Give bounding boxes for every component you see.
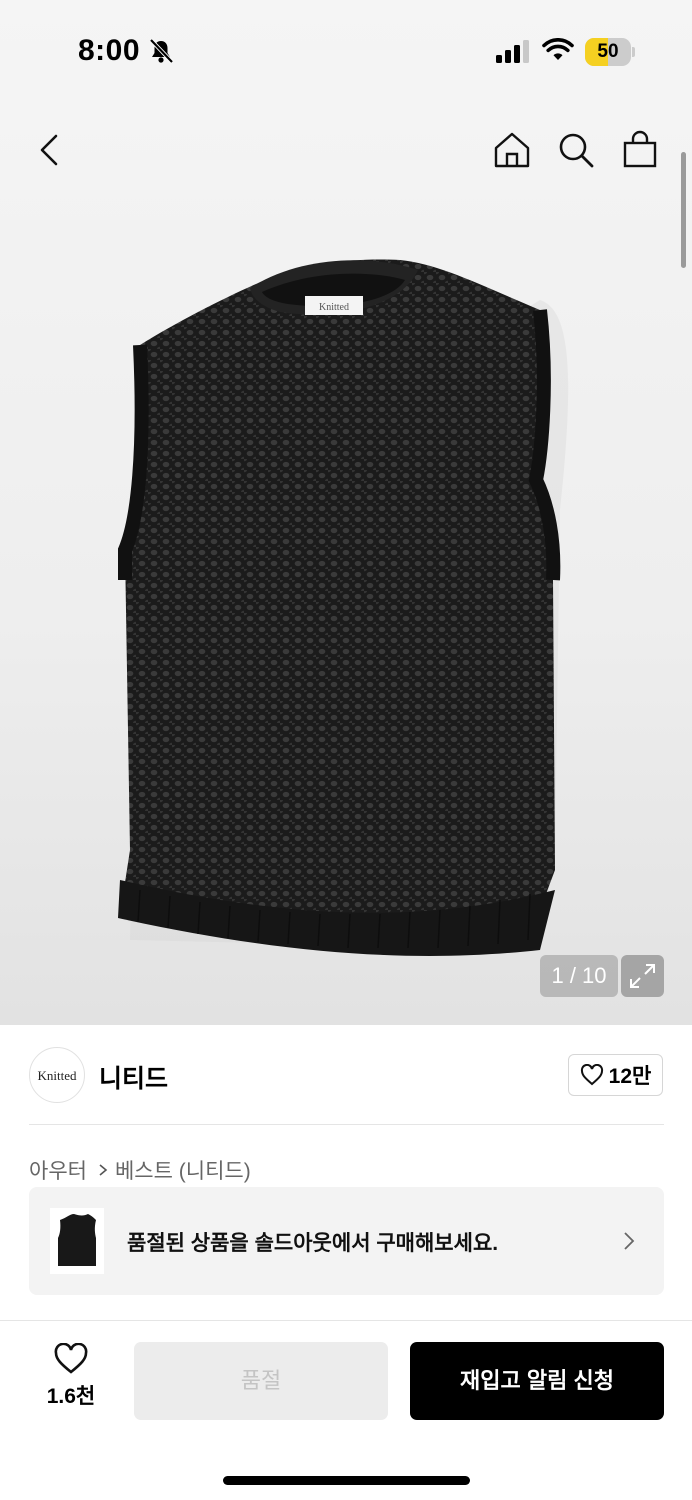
garment-label-text: Knitted — [319, 302, 349, 313]
breadcrumb-subcategory[interactable]: 베스트 (니티드) — [115, 1155, 251, 1185]
product-image-gallery[interactable]: Knitted 1 / 10 — [0, 0, 692, 1025]
bell-slash-icon — [149, 38, 174, 64]
product-photo: Knitted — [118, 259, 569, 956]
bottom-action-bar: 1.6천 품절 재입고 알림 신청 — [0, 1320, 692, 1500]
back-arrow-icon[interactable] — [28, 128, 72, 172]
cellular-signal-icon — [496, 40, 529, 63]
brand-like-count: 12만 — [608, 1065, 652, 1088]
brand-like-button[interactable]: 12만 — [568, 1054, 663, 1096]
breadcrumb-category[interactable]: 아우터 — [29, 1155, 87, 1185]
chevron-right-icon — [624, 1232, 635, 1250]
wifi-icon — [542, 38, 574, 60]
product-like-count: 1.6천 — [46, 1385, 96, 1408]
home-indicator[interactable] — [223, 1476, 470, 1485]
search-icon[interactable] — [554, 128, 598, 172]
status-bar: 8:00 50 — [0, 0, 692, 100]
expand-icon[interactable] — [621, 955, 664, 997]
heart-outline-icon — [54, 1343, 88, 1374]
battery-icon: 50 — [585, 38, 635, 66]
restock-alert-button[interactable]: 재입고 알림 신청 — [410, 1342, 664, 1420]
home-icon[interactable] — [490, 128, 534, 172]
soldout-banner-text: 품절된 상품을 솔드아웃에서 구매해보세요. — [127, 1232, 499, 1255]
divider — [29, 1124, 664, 1125]
page-scrollbar[interactable] — [681, 152, 686, 268]
heart-outline-icon — [580, 1064, 603, 1086]
soldout-button: 품절 — [134, 1342, 388, 1420]
brand-name[interactable]: 니티드 — [99, 1059, 168, 1095]
soldout-banner[interactable]: 품절된 상품을 솔드아웃에서 구매해보세요. — [29, 1187, 664, 1295]
brand-logo[interactable]: Knitted — [29, 1047, 85, 1103]
breadcrumb: 아우터 베스트 (니티드) — [29, 1155, 251, 1185]
image-counter: 1 / 10 — [540, 955, 618, 997]
shopping-bag-icon[interactable] — [618, 128, 662, 172]
battery-percent: 50 — [597, 41, 619, 62]
status-time: 8:00 — [78, 34, 141, 67]
product-like-button[interactable]: 1.6천 — [40, 1343, 102, 1413]
chevron-right-icon — [99, 1164, 108, 1176]
banner-product-thumbnail — [50, 1208, 104, 1274]
